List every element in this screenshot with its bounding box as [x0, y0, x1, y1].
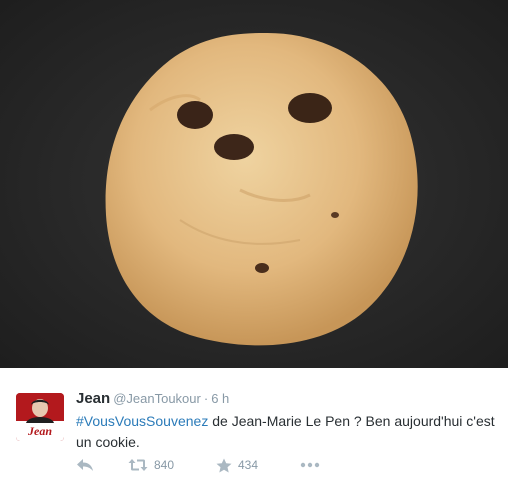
more-button[interactable]: [300, 462, 320, 468]
retweet-button[interactable]: 840: [128, 458, 216, 472]
cookie-image: [0, 0, 508, 368]
favorite-button[interactable]: 434: [216, 458, 300, 473]
tweet-text: #VousVousSouvenez de Jean-Marie Le Pen ?…: [76, 411, 496, 453]
reply-button[interactable]: [76, 458, 128, 472]
timestamp[interactable]: 6 h: [211, 391, 229, 406]
tweet-actions: 840 434: [76, 456, 320, 474]
tweet-photo[interactable]: [0, 0, 508, 368]
avatar[interactable]: Jean: [16, 393, 64, 441]
more-icon: [300, 462, 320, 468]
avatar-image: Jean: [16, 393, 64, 441]
star-icon: [216, 458, 232, 472]
retweet-icon: [128, 459, 148, 471]
reply-icon: [77, 459, 93, 471]
retweet-count: 840: [154, 458, 175, 472]
tweet-header: Jean @JeanToukour · 6 h: [76, 390, 229, 408]
hashtag-link[interactable]: #VousVousSouvenez: [76, 413, 208, 429]
user-handle[interactable]: @JeanToukour: [113, 391, 201, 406]
display-name[interactable]: Jean: [76, 390, 110, 407]
separator: ·: [203, 391, 209, 406]
avatar-label: Jean: [27, 424, 52, 438]
favorite-count: 434: [238, 458, 259, 472]
tweet-card: Jean Jean @JeanToukour · 6 h #VousVousSouve…: [0, 368, 508, 486]
